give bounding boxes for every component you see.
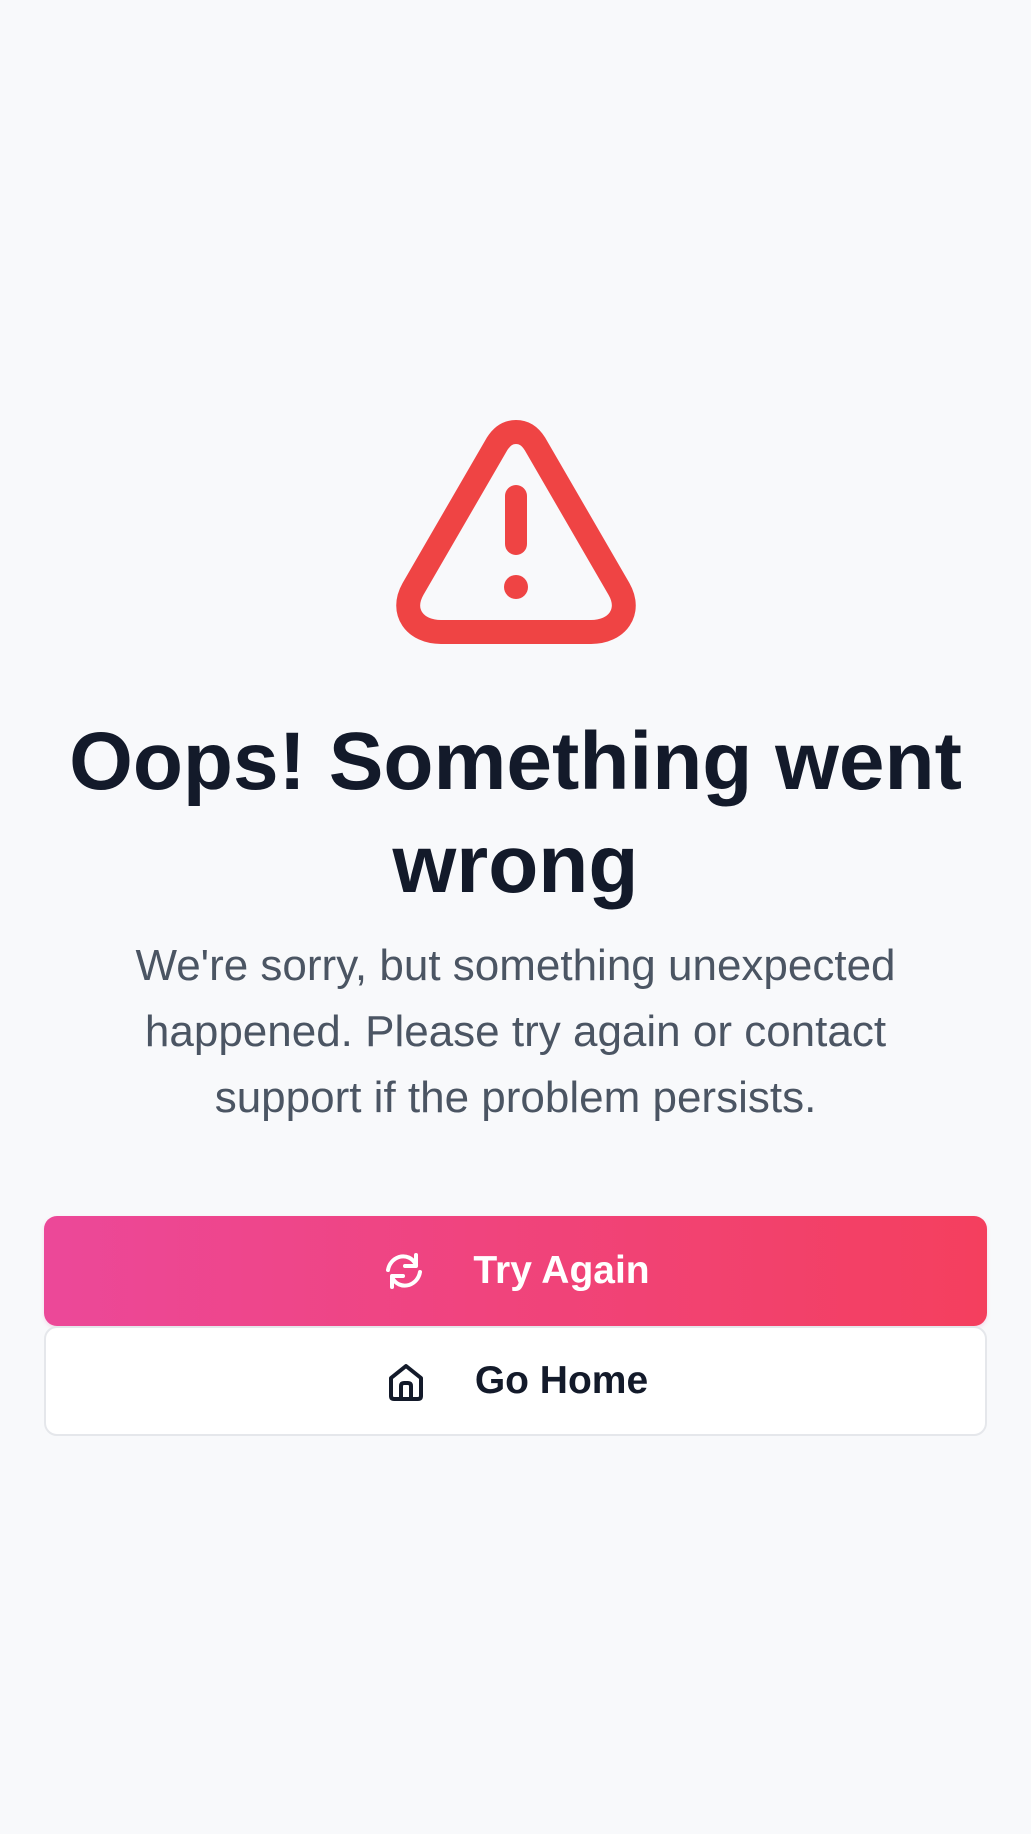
page-title: Oops! Something went wrong bbox=[69, 716, 962, 910]
go-home-label: Go Home bbox=[474, 1359, 649, 1402]
go-home-button[interactable]: Go Home bbox=[44, 1326, 987, 1436]
home-icon bbox=[388, 1364, 423, 1401]
error-page: Oops! Something went wrong We're sorry, … bbox=[0, 0, 1031, 1834]
warning-triangle-icon bbox=[396, 420, 636, 644]
try-again-label: Try Again bbox=[473, 1249, 650, 1292]
refresh-icon bbox=[386, 1253, 423, 1289]
error-message: We're sorry, but something unexpected ha… bbox=[135, 941, 896, 1122]
try-again-button[interactable]: Try Again bbox=[44, 1216, 987, 1326]
